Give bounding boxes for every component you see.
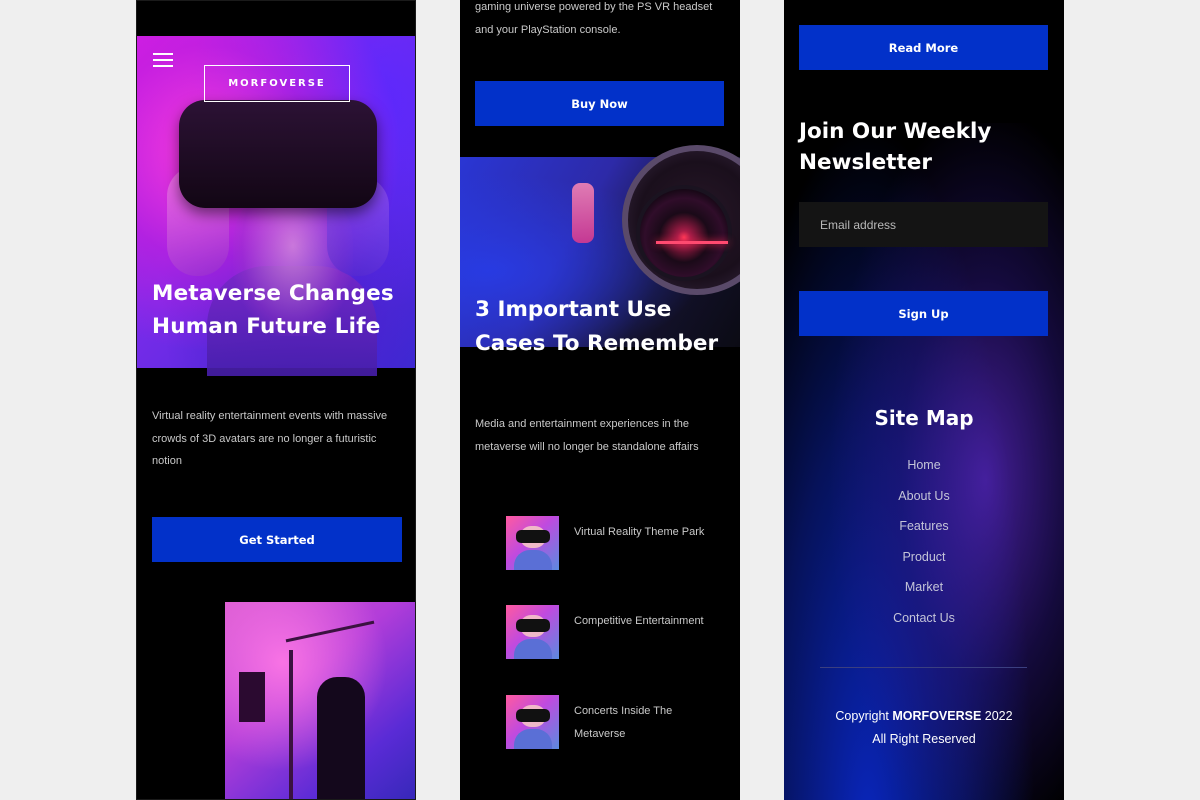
- vr-room-image: [225, 602, 415, 799]
- hero-description: Virtual reality entertainment events wit…: [152, 410, 388, 467]
- use-case-thumbnail: [506, 516, 559, 570]
- mobile-screen-footer: Read More Join Our Weekly Newsletter Sig…: [784, 0, 1064, 800]
- use-cases-title: 3 Important Use Cases To Remember: [475, 297, 719, 356]
- intro-text: gaming universe powered by the PS VR hea…: [475, 1, 713, 36]
- sign-up-button[interactable]: Sign Up: [799, 291, 1048, 336]
- use-case-thumbnail: [506, 605, 559, 659]
- email-field[interactable]: [799, 202, 1048, 247]
- sitemap-link-market[interactable]: Market: [784, 580, 1064, 611]
- use-case-item[interactable]: Competitive Entertainment: [506, 605, 716, 659]
- sitemap-link-about-us[interactable]: About Us: [784, 489, 1064, 520]
- use-case-label: Concerts Inside The Metaverse: [574, 705, 673, 740]
- sitemap-link-contact-us[interactable]: Contact Us: [784, 611, 1064, 642]
- sitemap-link-features[interactable]: Features: [784, 519, 1064, 550]
- use-case-label: Competitive Entertainment: [574, 615, 704, 627]
- mobile-screen-home: MORFOVERSE Metaverse Changes Human Futur…: [136, 0, 416, 800]
- sitemap-link-product[interactable]: Product: [784, 550, 1064, 581]
- get-started-button[interactable]: Get Started: [152, 517, 402, 562]
- copyright-year: 2022: [984, 709, 1013, 723]
- sitemap-title: Site Map: [874, 406, 974, 430]
- use-case-item[interactable]: Virtual Reality Theme Park: [506, 516, 716, 570]
- use-cases-description: Media and entertainment experiences in t…: [475, 418, 699, 453]
- copyright-prefix: Copyright: [835, 709, 889, 723]
- hero-title: Metaverse Changes Human Future Life: [152, 281, 394, 339]
- sitemap-list: Home About Us Features Product Market Co…: [784, 458, 1064, 641]
- buy-now-button[interactable]: Buy Now: [475, 81, 724, 126]
- mobile-screen-use-cases: gaming universe powered by the PS VR hea…: [460, 0, 740, 800]
- sitemap-link-home[interactable]: Home: [784, 458, 1064, 489]
- brand-logo[interactable]: MORFOVERSE: [204, 65, 350, 102]
- copyright-brand: MORFOVERSE: [892, 709, 982, 723]
- newsletter-title: Join Our Weekly Newsletter: [799, 119, 992, 175]
- hamburger-icon[interactable]: [153, 53, 173, 67]
- vr-headset: [179, 100, 377, 208]
- copyright-text: Copyright MORFOVERSE 2022 All Right Rese…: [784, 705, 1064, 750]
- use-case-thumbnail: [506, 695, 559, 749]
- use-case-item[interactable]: Concerts Inside The Metaverse: [506, 695, 716, 749]
- read-more-button[interactable]: Read More: [799, 25, 1048, 70]
- use-case-label: Virtual Reality Theme Park: [574, 526, 705, 538]
- footer-divider: [820, 667, 1027, 668]
- rights-text: All Right Reserved: [872, 731, 976, 746]
